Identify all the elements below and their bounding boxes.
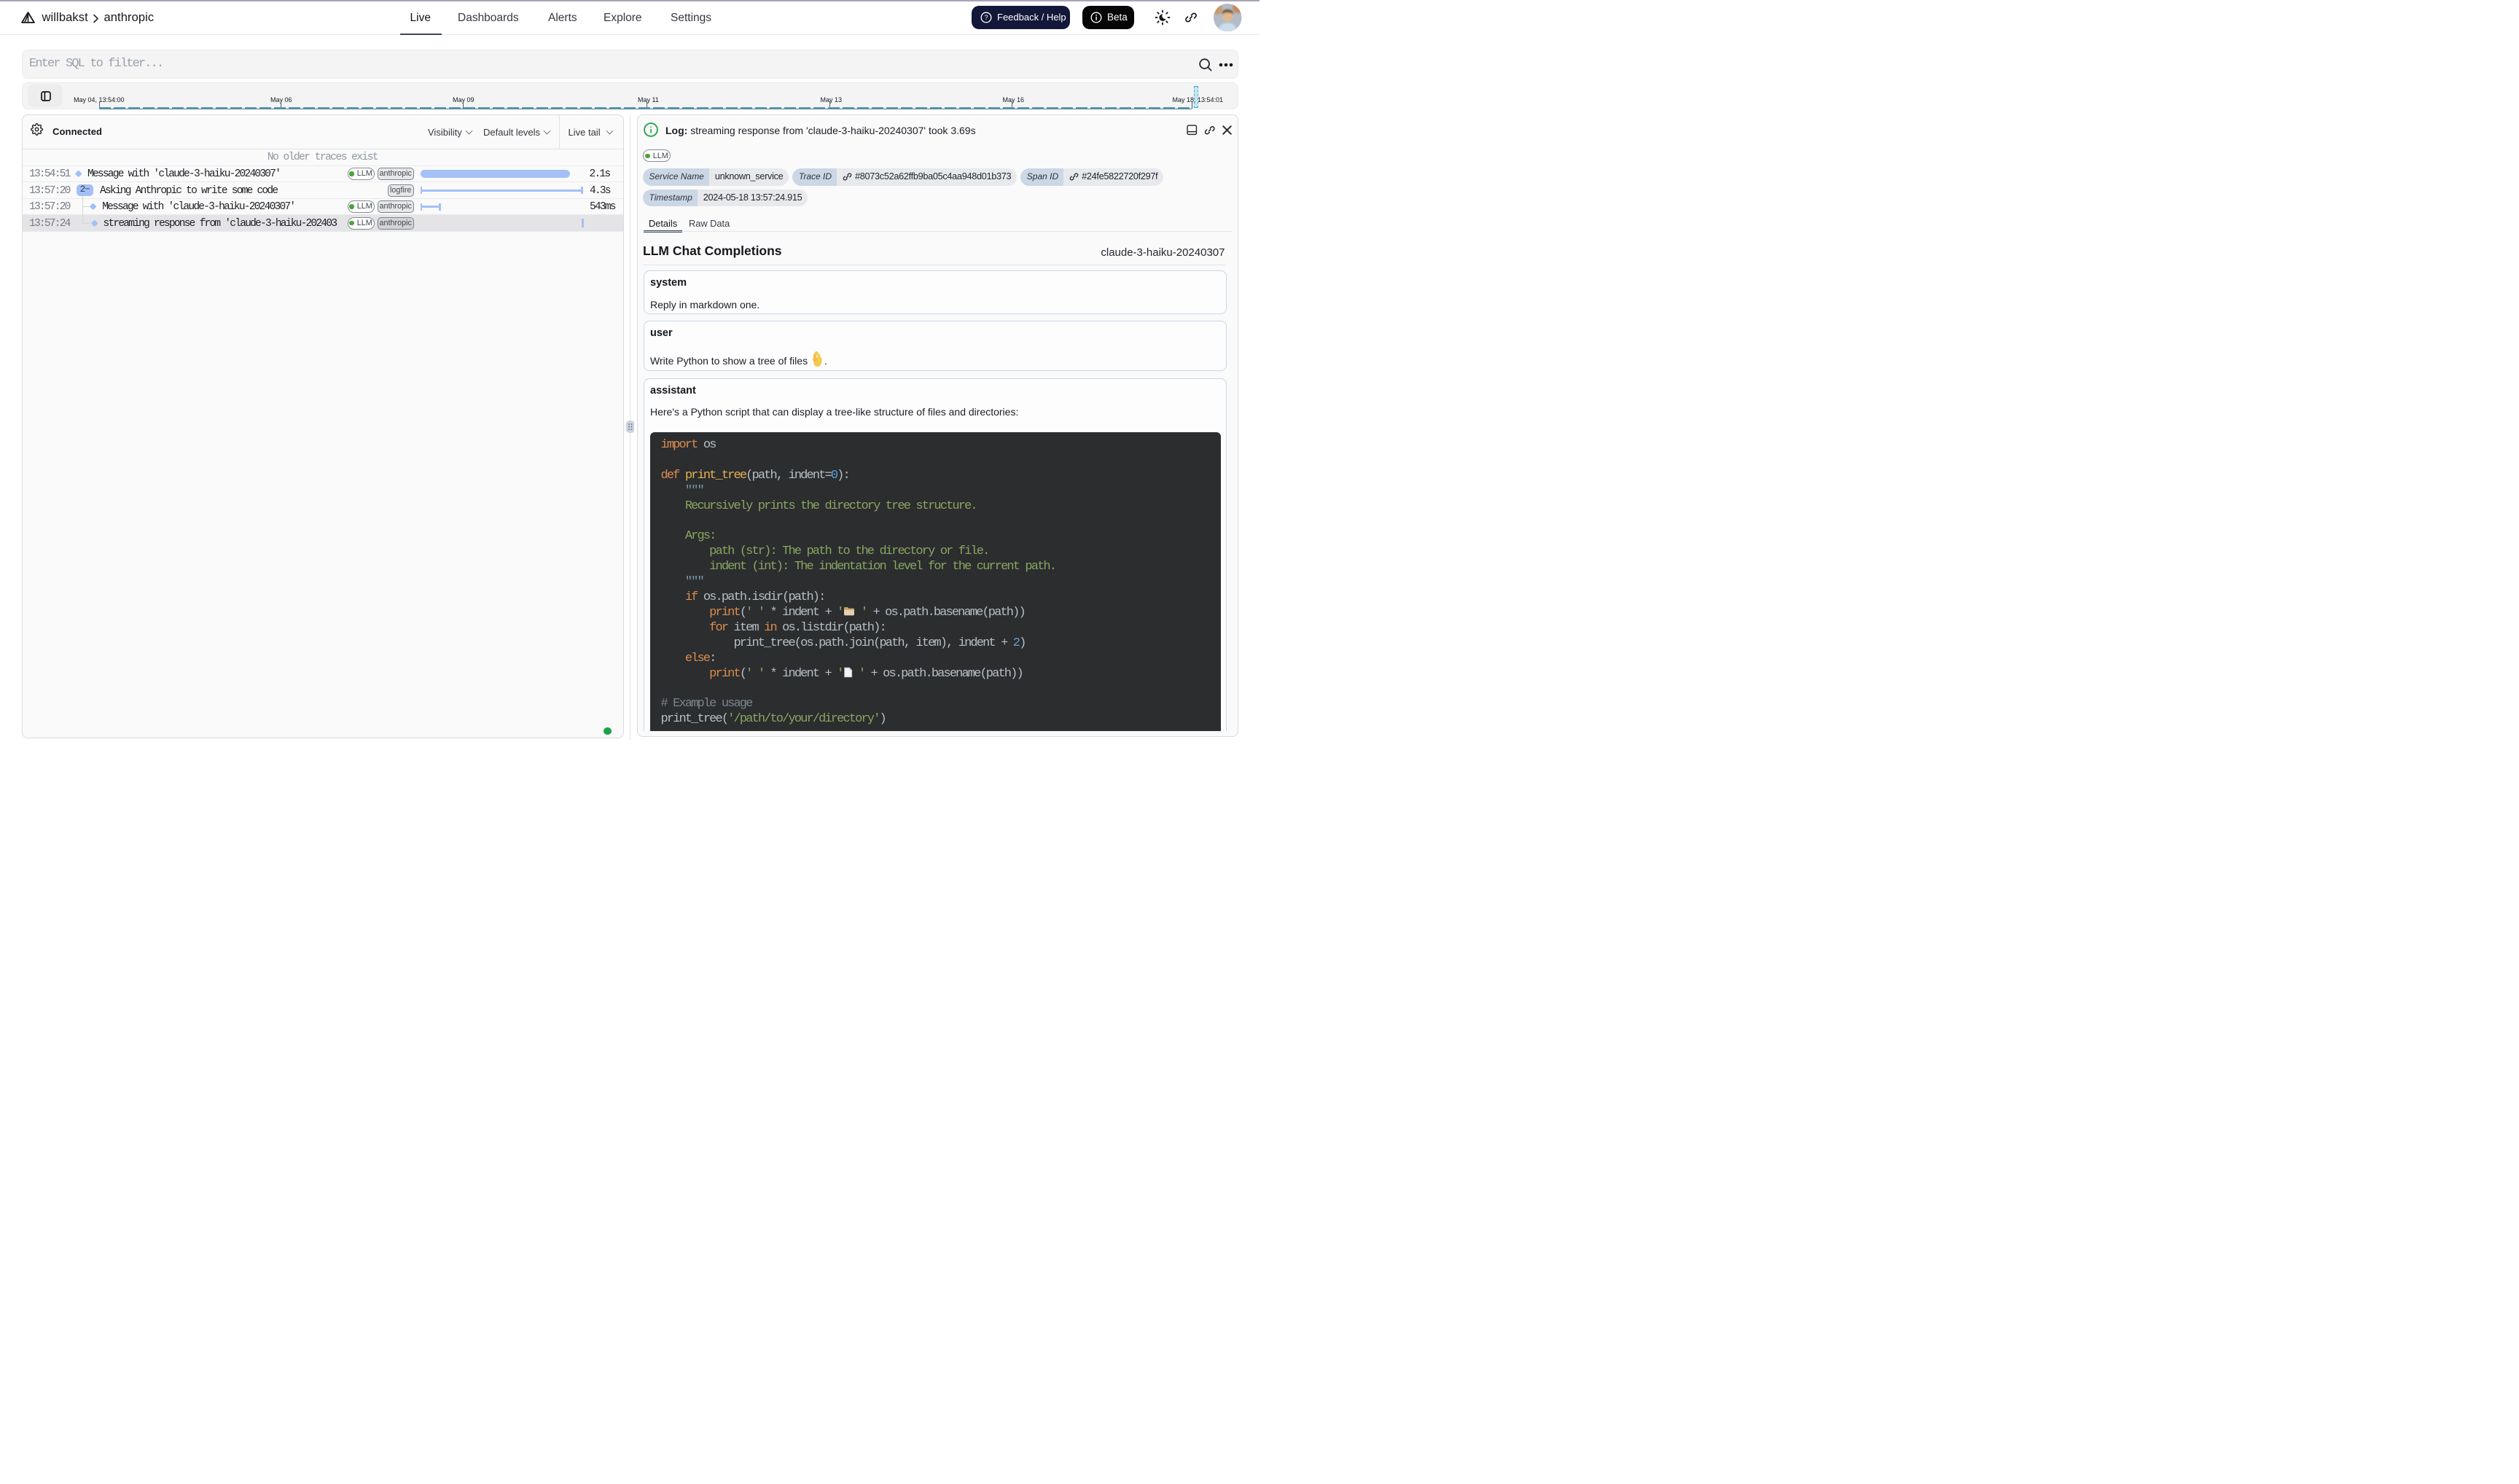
svg-text:?: ? — [984, 14, 988, 21]
